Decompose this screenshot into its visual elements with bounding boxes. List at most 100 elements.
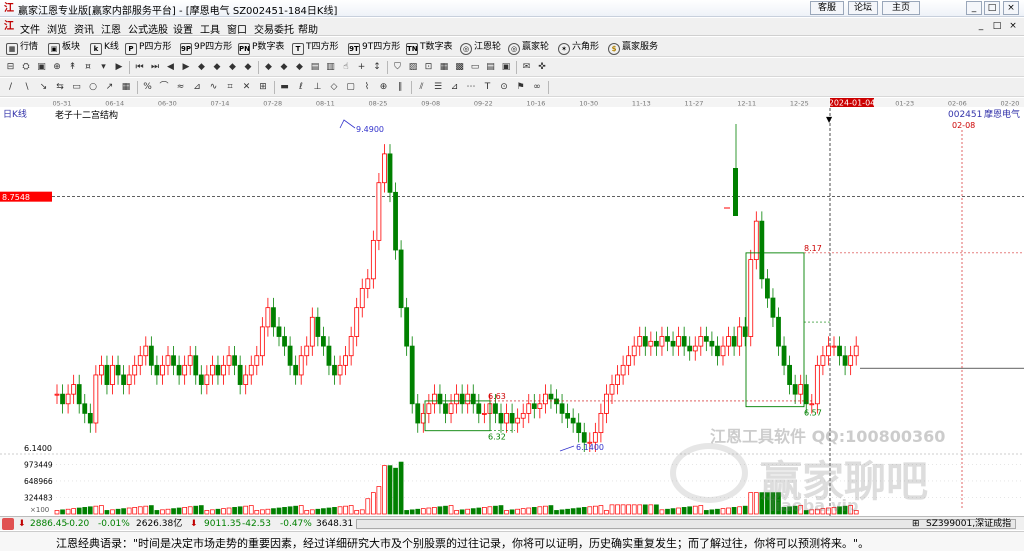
toolbar2-tool-icon[interactable]: ◆ [262, 61, 275, 74]
menu-settings[interactable]: 设置 [173, 21, 193, 36]
toolbar3-tool-icon[interactable]: ▢ [344, 81, 357, 94]
winner-wheel-button[interactable]: ◎ 赢家轮 [508, 40, 549, 55]
toolbar2-tool-icon[interactable]: ▥ [324, 61, 337, 74]
minimize-button[interactable]: _ [966, 1, 982, 15]
toolbar3-tool-icon[interactable]: ▬ [278, 81, 291, 94]
menu-trade[interactable]: 交易委托 [254, 21, 294, 36]
toolbar2-tool-icon[interactable]: ◆ [195, 61, 208, 74]
toolbar2-tool-icon[interactable]: + [355, 61, 368, 74]
toolbar2-tool-icon[interactable]: ◆ [211, 61, 224, 74]
9t-square-button[interactable]: 9T 9T四方形 [348, 40, 400, 55]
toolbar2-tool-icon[interactable]: ▦ [438, 61, 451, 74]
toolbar2-tool-icon[interactable]: ▤ [309, 61, 322, 74]
toolbar2-tool-icon[interactable]: ⏮ [133, 61, 146, 74]
menu-news[interactable]: 资讯 [74, 21, 94, 36]
sh-index-value[interactable]: 2886.45 [30, 518, 67, 530]
p-number-table-button[interactable]: PN P数字表 [238, 40, 284, 55]
toolbar2-tool-icon[interactable]: ✜ [536, 61, 549, 74]
toolbar2-tool-icon[interactable]: ▨ [407, 61, 420, 74]
sz-index-value[interactable]: 9011.35 [204, 518, 241, 530]
toolbar2-tool-icon[interactable]: ▶ [113, 61, 126, 74]
toolbar3-tool-icon[interactable]: ⇆ [54, 81, 67, 94]
menu-gann[interactable]: 江恩 [101, 21, 121, 36]
toolbar3-tool-icon[interactable]: \ [21, 81, 34, 94]
gann-wheel-button[interactable]: ◎ 江恩轮 [460, 40, 501, 55]
child-minimize-button[interactable]: _ [974, 20, 988, 33]
p-square-button[interactable]: P P四方形 [125, 40, 171, 55]
child-close-button[interactable]: × [1006, 20, 1020, 33]
toolbar2-tool-icon[interactable]: ⊕ [51, 61, 64, 74]
service-button[interactable]: 客服 [810, 1, 844, 15]
index-selector-icon[interactable]: ⊞ [912, 518, 920, 530]
toolbar3-tool-icon[interactable]: ⌒ [158, 81, 171, 94]
toolbar2-tool-icon[interactable]: ◆ [278, 61, 291, 74]
toolbar2-tool-icon[interactable]: ⊟ [4, 61, 17, 74]
toolbar3-tool-icon[interactable]: ○ [87, 81, 100, 94]
menu-tools[interactable]: 工具 [200, 21, 220, 36]
toolbar3-tool-icon[interactable]: ↗ [103, 81, 116, 94]
toolbar2-tool-icon[interactable]: ▤ [484, 61, 497, 74]
toolbar2-tool-icon[interactable]: ▭ [469, 61, 482, 74]
menu-file[interactable]: 文件 [20, 21, 40, 36]
toolbar3-tool-icon[interactable]: ∞ [531, 81, 544, 94]
toolbar3-tool-icon[interactable]: ∿ [207, 81, 220, 94]
toolbar3-tool-icon[interactable]: ⚑ [514, 81, 527, 94]
toolbar3-tool-icon[interactable]: ⊕ [377, 81, 390, 94]
toolbar2-tool-icon[interactable]: ▩ [453, 61, 466, 74]
kline-chart[interactable]: 05-31 06-14 06-30 07-14 07-28 08-11 08-25 09-08… [0, 98, 1024, 516]
sector-button[interactable]: ▣ 板块 [48, 40, 80, 55]
toolbar2-tool-icon[interactable]: ▶ [180, 61, 193, 74]
toolbar3-tool-icon[interactable]: ℓ [295, 81, 308, 94]
hexagon-button[interactable]: ✶ 六角形 [558, 40, 599, 55]
toolbar3-tool-icon[interactable]: ⊞ [257, 81, 270, 94]
toolbar3-tool-icon[interactable]: ⌗ [224, 81, 237, 94]
toolbar2-tool-icon[interactable]: ▾ [97, 61, 110, 74]
toolbar2-tool-icon[interactable]: ✉ [520, 61, 533, 74]
child-restore-button[interactable]: □ [990, 20, 1004, 33]
index-selector-label[interactable]: SZ399001,深证成指 [926, 518, 1011, 530]
t-number-table-button[interactable]: TN T数字表 [406, 40, 453, 55]
winner-service-button[interactable]: $ 赢家服务 [608, 40, 658, 55]
toolbar2-tool-icon[interactable]: ⛉ [391, 61, 404, 74]
toolbar3-tool-icon[interactable]: ↘ [37, 81, 50, 94]
close-button[interactable]: × [1003, 1, 1019, 15]
toolbar2-tool-icon[interactable]: ◆ [242, 61, 255, 74]
toolbar3-tool-icon[interactable]: ⫽ [415, 81, 428, 94]
toolbar2-tool-icon[interactable]: ¤ [82, 61, 95, 74]
kline-button[interactable]: k K线 [90, 40, 119, 55]
menu-window[interactable]: 窗口 [227, 21, 247, 36]
toolbar2-tool-icon[interactable]: ◆ [226, 61, 239, 74]
toolbar2-tool-icon[interactable]: ▣ [35, 61, 48, 74]
toolbar2-tool-icon[interactable]: ⊡ [422, 61, 435, 74]
toolbar3-tool-icon[interactable]: ⊿ [448, 81, 461, 94]
toolbar3-tool-icon[interactable]: ⋯ [465, 81, 478, 94]
toolbar3-tool-icon[interactable]: ⌇ [361, 81, 374, 94]
market-button[interactable]: ▦ 行情 [6, 40, 38, 55]
toolbar3-tool-icon[interactable]: ⊿ [191, 81, 204, 94]
toolbar3-tool-icon[interactable]: / [4, 81, 17, 94]
toolbar3-tool-icon[interactable]: ≈ [174, 81, 187, 94]
toolbar3-tool-icon[interactable]: T [481, 81, 494, 94]
toolbar3-tool-icon[interactable]: ◇ [328, 81, 341, 94]
toolbar3-tool-icon[interactable]: ⊙ [498, 81, 511, 94]
toolbar3-tool-icon[interactable]: ☰ [432, 81, 445, 94]
toolbar3-tool-icon[interactable]: ⊥ [311, 81, 324, 94]
home-button[interactable]: 主页 [882, 1, 920, 15]
toolbar2-tool-icon[interactable]: ◀ [164, 61, 177, 74]
t-square-button[interactable]: T T四方形 [292, 40, 339, 55]
toolbar2-tool-icon[interactable]: ⏭ [149, 61, 162, 74]
toolbar3-tool-icon[interactable]: ∥ [394, 81, 407, 94]
toolbar3-tool-icon[interactable]: ▭ [70, 81, 83, 94]
toolbar3-tool-icon[interactable]: % [141, 81, 154, 94]
9p-square-button[interactable]: 9P 9P四方形 [180, 40, 232, 55]
menu-formula[interactable]: 公式选股 [128, 21, 168, 36]
menu-help[interactable]: 帮助 [298, 21, 318, 36]
grid-icon[interactable] [2, 518, 14, 530]
toolbar2-tool-icon[interactable]: ↕ [371, 61, 384, 74]
toolbar2-tool-icon[interactable]: ⛭ [20, 61, 33, 74]
toolbar2-tool-icon[interactable]: ▣ [500, 61, 513, 74]
toolbar2-tool-icon[interactable]: ◆ [293, 61, 306, 74]
maximize-button[interactable]: □ [984, 1, 1000, 15]
toolbar2-tool-icon[interactable]: ↟ [66, 61, 79, 74]
toolbar3-tool-icon[interactable]: ▦ [120, 81, 133, 94]
